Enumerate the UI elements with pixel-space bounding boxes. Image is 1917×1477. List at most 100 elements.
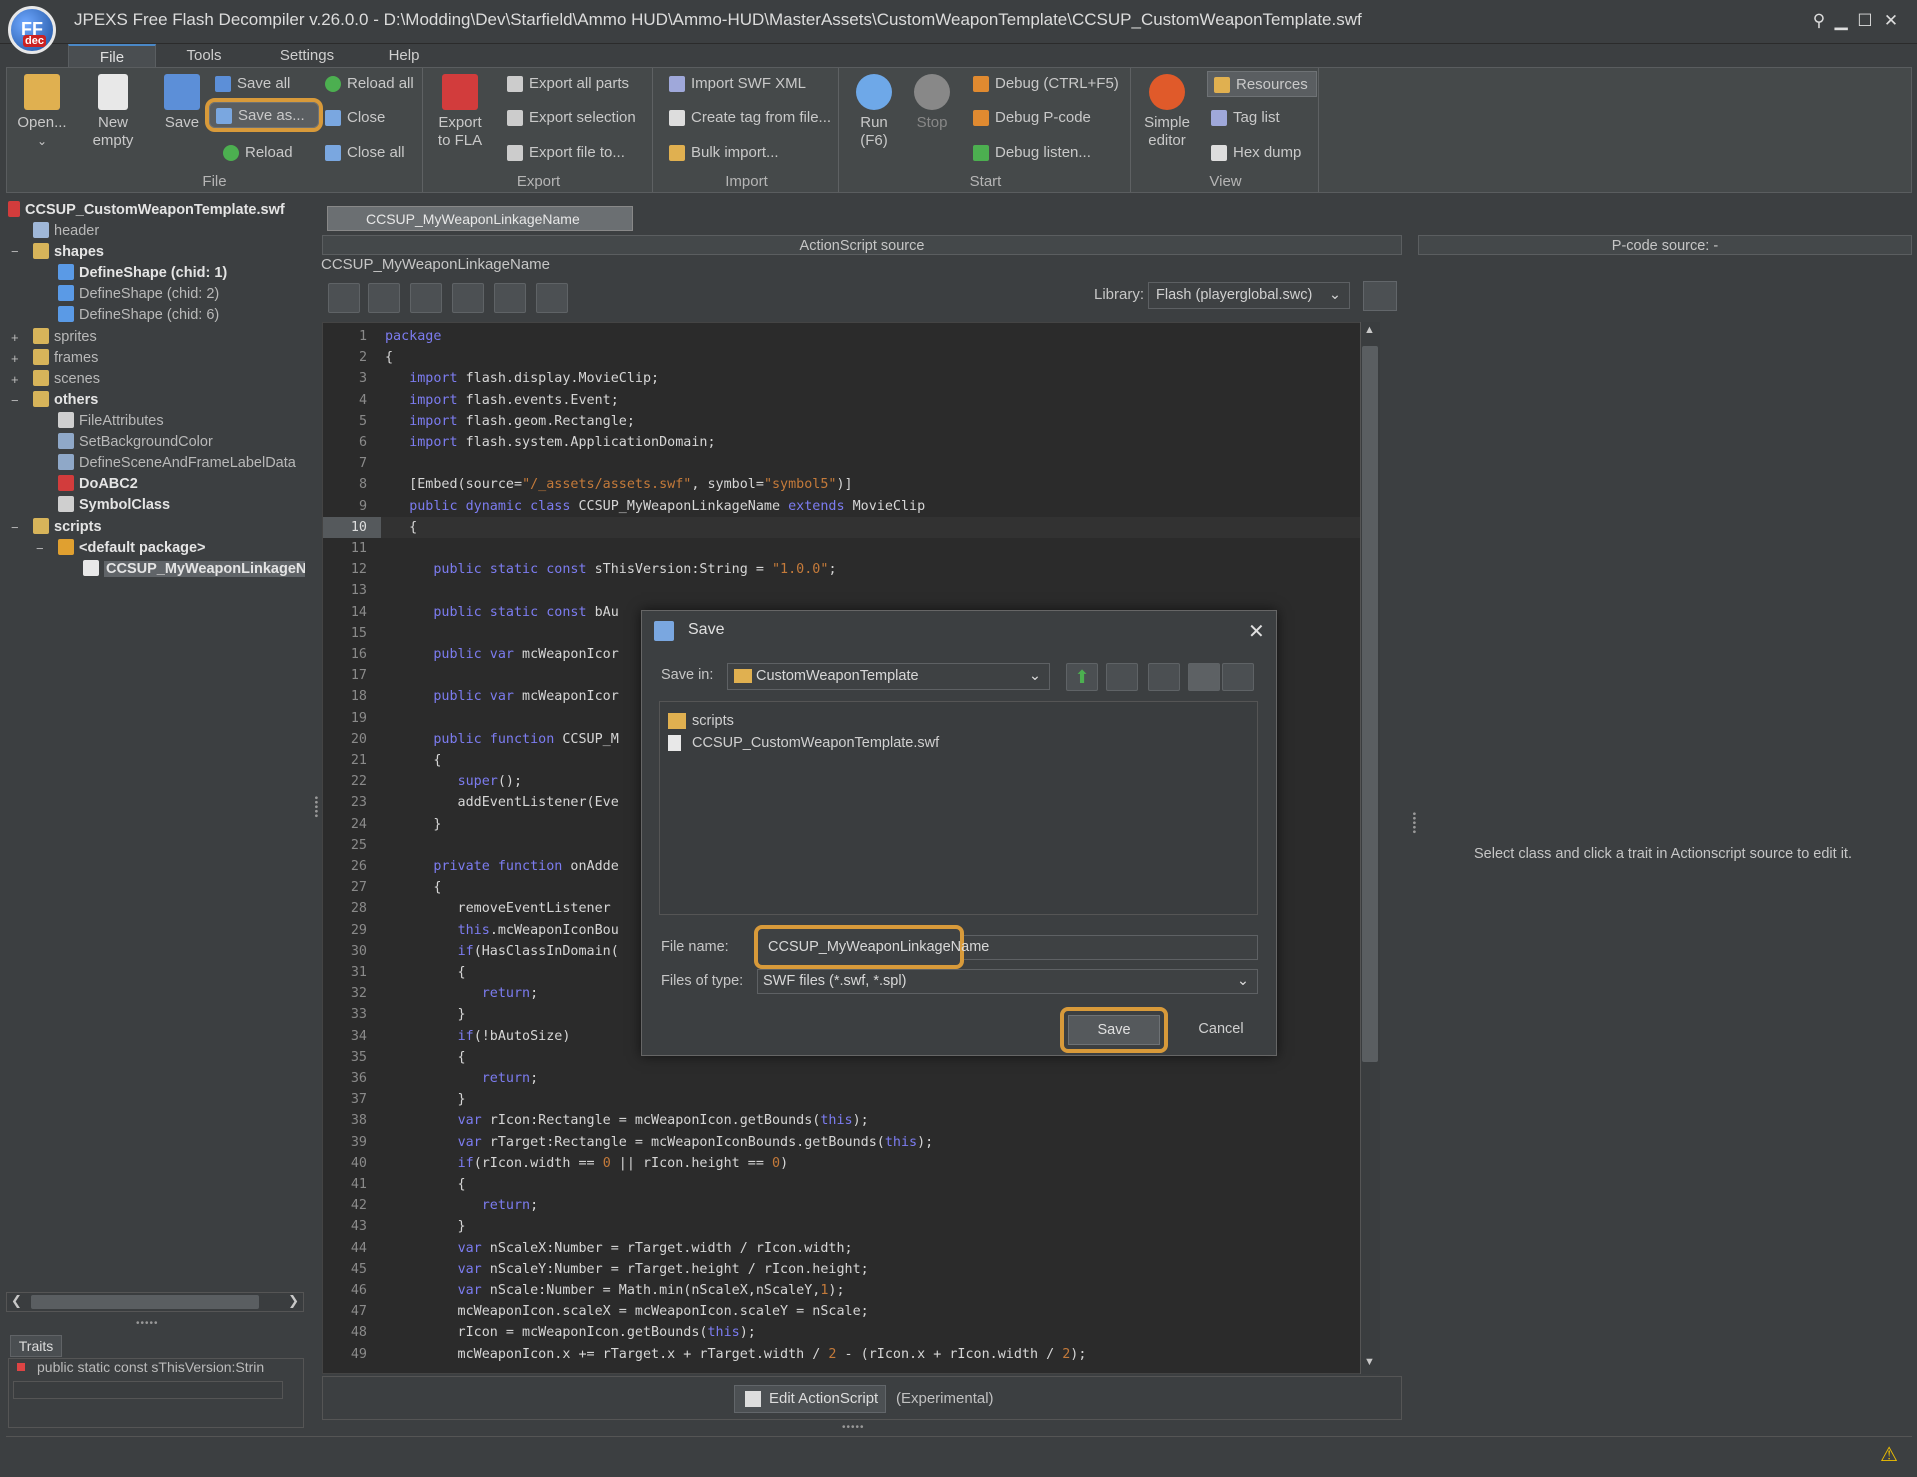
scroll-left-icon[interactable]: ❮ [11,1293,22,1309]
collapse-icon[interactable]: − [11,393,19,408]
edit-actionscript-button[interactable]: Edit ActionScript [734,1385,886,1413]
cancel-button[interactable]: Cancel [1178,1015,1264,1045]
debug-pcode-button[interactable]: Debug P-code [971,105,1091,131]
tree-item-header[interactable]: header [33,221,99,241]
tree-item-define-scene[interactable]: DefineSceneAndFrameLabelData [58,453,296,473]
tree-scroll-thumb[interactable] [31,1295,259,1309]
pin-icon[interactable]: ⚲ [1808,10,1830,32]
collapse-icon[interactable]: − [36,541,44,556]
private-marker-icon [17,1363,25,1371]
save-in-select[interactable]: CustomWeaponTemplate ⌄ [727,663,1050,690]
menu-help[interactable]: Help [382,44,426,68]
maximize-button[interactable]: ☐ [1854,10,1876,32]
resources-button[interactable]: Resources [1207,71,1317,97]
details-view-icon[interactable] [1222,663,1254,691]
tree-horizontal-scrollbar[interactable]: ❮ ❯ [6,1292,304,1312]
tree-item-set-background[interactable]: SetBackgroundColor [58,432,213,452]
tag-list-button[interactable]: Tag list [1209,105,1280,131]
deobfuscate-icon[interactable] [452,283,484,313]
link-icon[interactable] [1363,281,1397,311]
tag-edit-icon[interactable] [368,283,400,313]
right-splitter[interactable]: ••••• [1408,812,1419,835]
minimize-button[interactable]: ▁ [1830,10,1852,32]
tree-folder-sprites[interactable]: sprites [33,327,97,347]
tree-item-default-package[interactable]: <default package> [58,538,206,558]
tree-folder-scripts[interactable]: scripts [33,517,102,537]
open-button[interactable]: Open... ⌄ [13,74,71,150]
save-button[interactable]: Save [1068,1015,1160,1045]
scroll-up-icon[interactable]: ▲ [1364,324,1375,336]
line-number: 42 [350,1198,367,1214]
close-all-button[interactable]: Close all [323,140,405,166]
trait-item[interactable]: public static const sThisVersion:Strin [37,1359,283,1379]
new-empty-button[interactable]: New empty [83,74,143,150]
tree-item-shape-1[interactable]: DefineShape (chid: 1) [58,263,227,283]
traits-scrollbar[interactable] [13,1381,283,1399]
save-all-button[interactable]: Save all [213,71,290,97]
traits-tab[interactable]: Traits [10,1335,62,1357]
tree-item-shape-2[interactable]: DefineShape (chid: 2) [58,284,219,304]
simple-editor-button[interactable]: Simple editor [1139,74,1195,150]
home-folder-icon[interactable] [1106,663,1138,691]
close-button[interactable]: ✕ [1880,10,1902,32]
stop-button[interactable]: Stop [907,74,957,132]
tree-item-symbol-class[interactable]: SymbolClass [58,495,170,515]
tree-item-class-selected[interactable]: CCSUP_MyWeaponLinkageName [83,559,305,579]
import-swf-xml-button[interactable]: Import SWF XML [667,71,806,97]
editor-tab[interactable]: CCSUP_MyWeaponLinkageName [327,206,633,231]
reload-button[interactable]: Reload [217,140,293,166]
menu-tools[interactable]: Tools [174,44,234,68]
tree-item-doabc2[interactable]: DoABC2 [58,474,138,494]
collapse-icon[interactable]: − [11,520,19,535]
create-tag-button[interactable]: Create tag from file... [667,105,831,131]
hex-dump-button[interactable]: Hex dump [1209,140,1301,166]
new-folder-icon[interactable] [1148,663,1180,691]
debug-listen-button[interactable]: Debug listen... [971,140,1091,166]
more-icon[interactable] [536,283,568,313]
reload-all-button[interactable]: Reload all [323,71,414,97]
tree-folder-others[interactable]: others [33,390,98,410]
library-select[interactable]: Flash (playerglobal.swc) ⌄ [1148,282,1350,309]
file-name-value[interactable]: CCSUP_MyWeaponLinkageName [754,925,989,969]
document-icon[interactable] [410,283,442,313]
close-file-button[interactable]: Close [323,105,385,131]
tree-folder-frames[interactable]: frames [33,348,98,368]
up-folder-icon[interactable]: ⬆ [1066,663,1098,691]
record-icon[interactable] [494,283,526,313]
bottom-splitter[interactable]: ••••• [842,1422,865,1433]
bulk-import-button[interactable]: Bulk import... [667,140,779,166]
export-all-parts-button[interactable]: Export all parts [505,71,629,97]
export-fla-button[interactable]: Export to FLA [429,74,491,150]
export-selection-button[interactable]: Export selection [505,105,636,131]
tree-root-swf[interactable]: CCSUP_CustomWeaponTemplate.swf [8,200,285,220]
warning-icon[interactable]: ⚠ [1880,1442,1902,1466]
export-label: Export [438,114,482,131]
expand-icon[interactable]: + [11,351,19,366]
line-number: 2 [358,350,367,366]
collapse-icon[interactable]: − [11,244,19,259]
tree-item-file-attributes[interactable]: FileAttributes [58,411,164,431]
expand-icon[interactable]: + [11,330,19,345]
run-button[interactable]: Run (F6) [849,74,899,150]
file-item-folder[interactable]: scripts [668,710,734,732]
horizontal-splitter[interactable]: ••••• [136,1318,159,1329]
scroll-down-icon[interactable]: ▼ [1364,1356,1375,1368]
export-file-to-button[interactable]: Export file to... [505,140,625,166]
files-of-type-select[interactable]: SWF files (*.swf, *.spl) ⌄ [757,969,1258,994]
debug-button[interactable]: Debug (CTRL+F5) [971,71,1119,97]
vertical-splitter[interactable]: ••••• [310,796,321,819]
dialog-close-icon[interactable]: ✕ [1248,619,1265,644]
save-as-button[interactable]: Save as... [205,98,323,132]
save-ribbon-button[interactable]: Save [155,74,209,132]
menu-file[interactable]: File [68,44,156,68]
expand-icon[interactable]: + [11,372,19,387]
file-item-swf[interactable]: CCSUP_CustomWeaponTemplate.swf [668,732,939,754]
tag-icon[interactable] [328,283,360,313]
list-view-icon[interactable] [1188,663,1220,691]
menu-settings[interactable]: Settings [272,44,342,68]
tree-folder-scenes[interactable]: scenes [33,369,100,389]
code-scroll-thumb[interactable] [1362,346,1378,1062]
tree-item-shape-6[interactable]: DefineShape (chid: 6) [58,305,219,325]
scroll-right-icon[interactable]: ❯ [288,1293,299,1309]
tree-folder-shapes[interactable]: shapes [33,242,104,262]
